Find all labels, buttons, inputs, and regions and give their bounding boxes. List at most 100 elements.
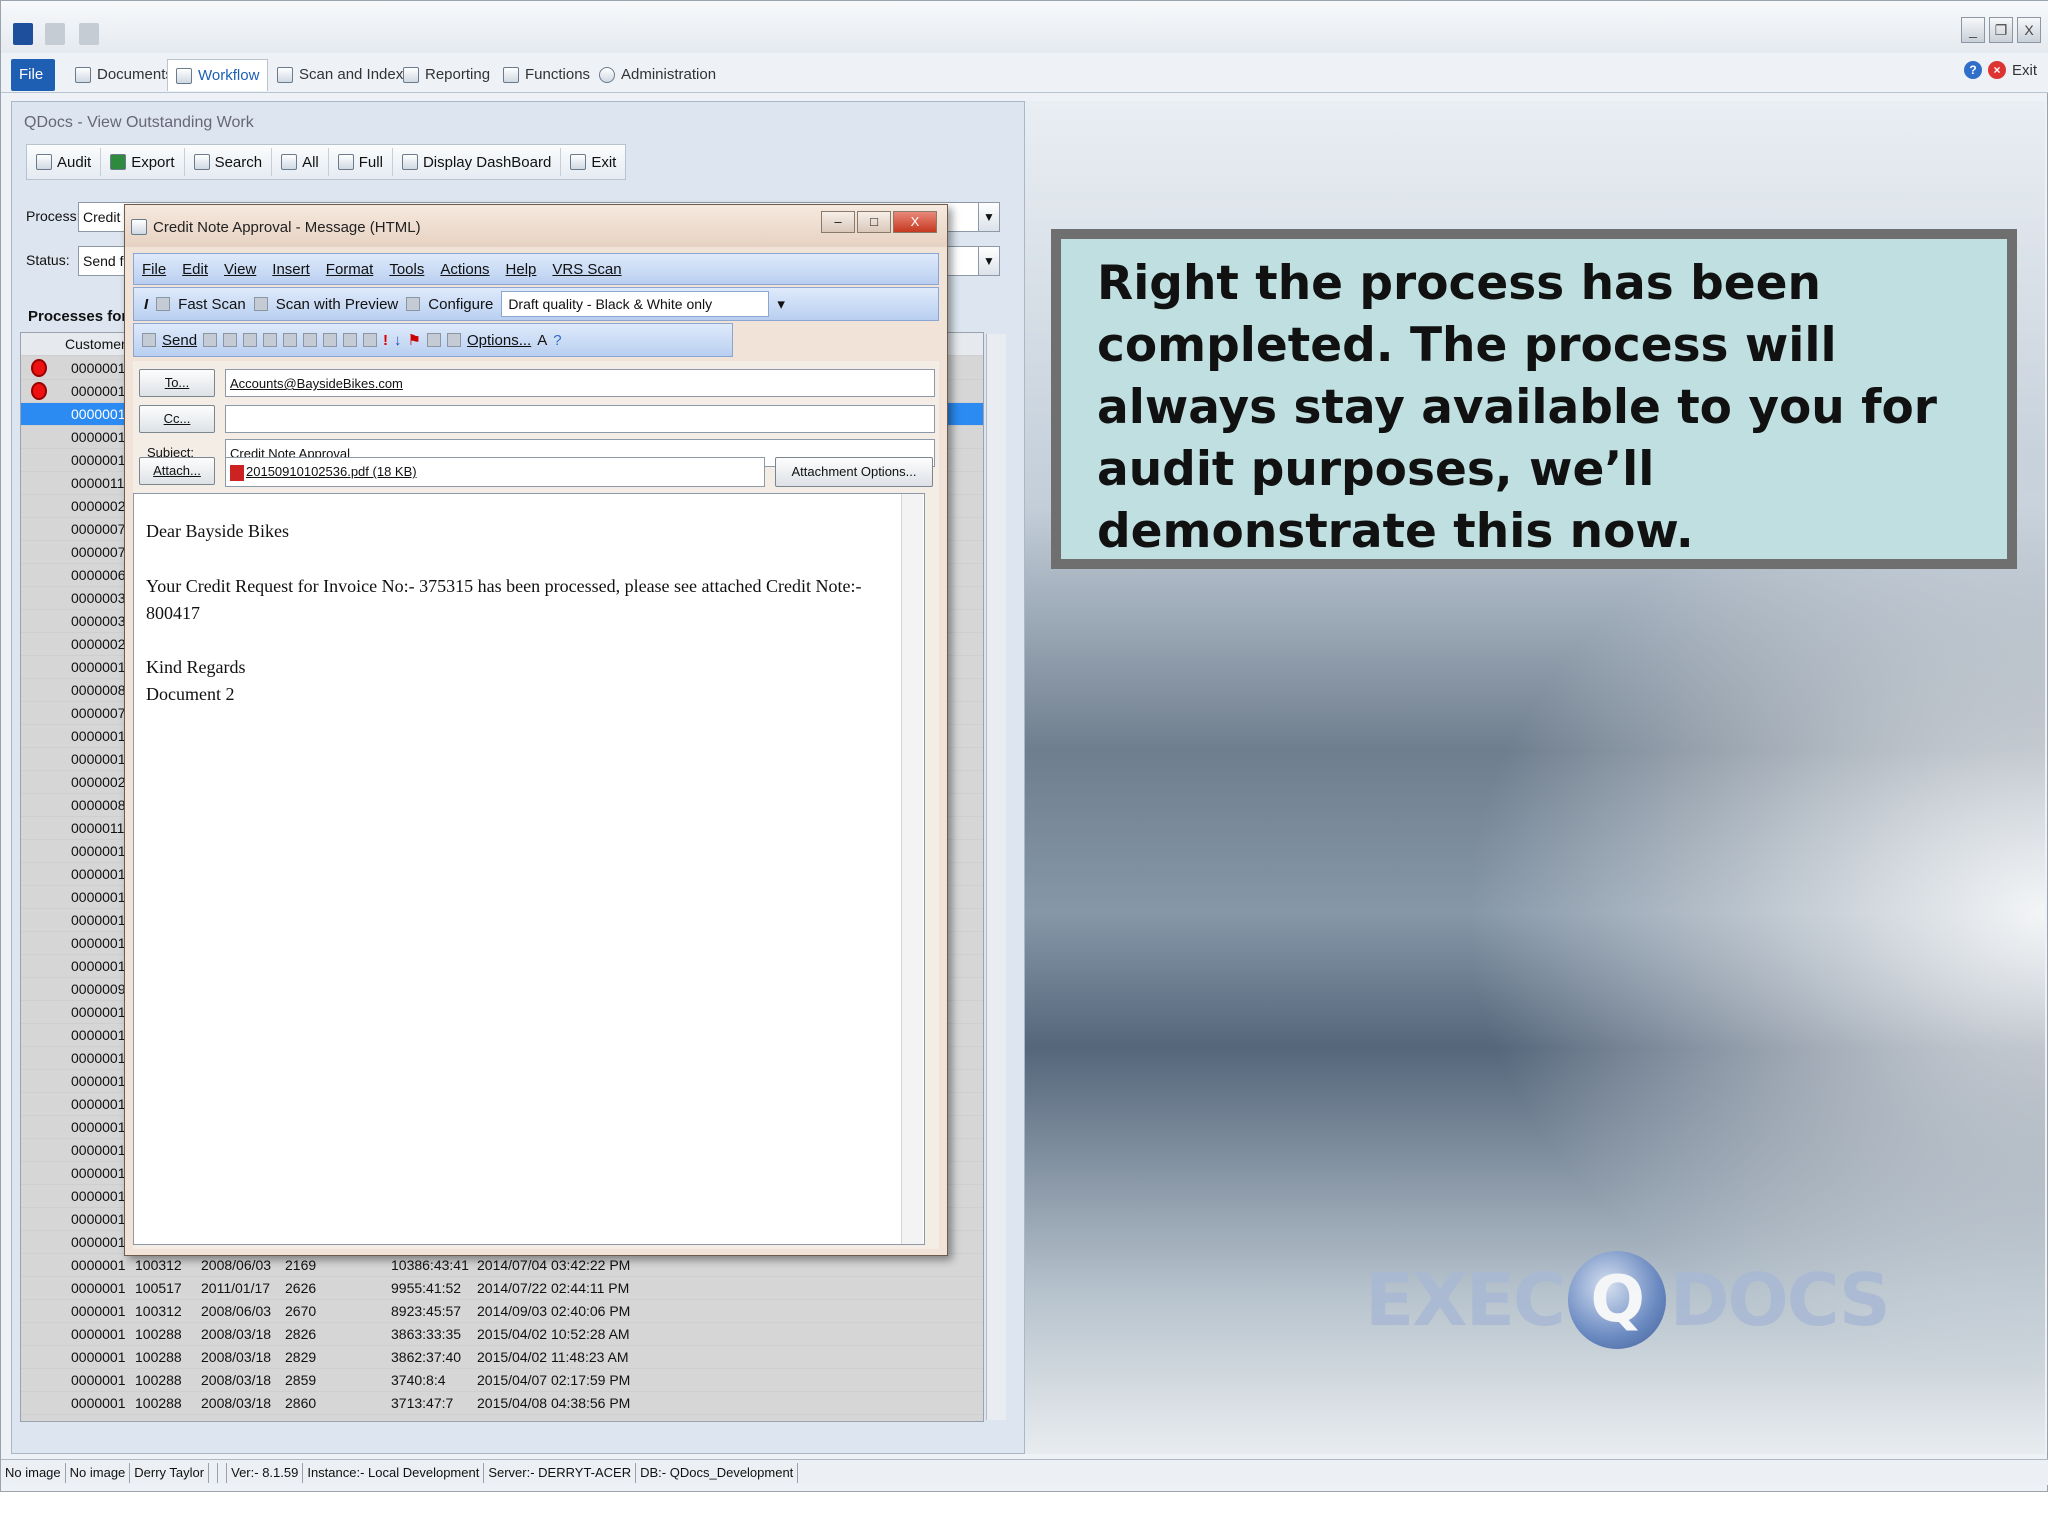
tab-workflow[interactable]: Workflow bbox=[167, 59, 269, 91]
quick-access-icon[interactable] bbox=[79, 23, 99, 45]
table-row[interactable]: 0000001 100517 2011/01/17 2626 9955:41:52 201… bbox=[21, 1277, 983, 1300]
configure-button[interactable]: Configure bbox=[428, 296, 493, 313]
status-dropdown-icon[interactable]: ▼ bbox=[978, 246, 1000, 276]
full-button[interactable]: Full bbox=[329, 148, 393, 176]
low-importance-icon[interactable]: ↓ bbox=[394, 332, 402, 349]
attach-button[interactable]: Attach... bbox=[139, 457, 215, 485]
quality-select[interactable]: Draft quality - Black & White only bbox=[501, 291, 770, 317]
help-icon[interactable]: ? bbox=[1963, 61, 1982, 79]
dialog-close-button[interactable]: X bbox=[893, 211, 937, 233]
customer-column-header[interactable]: Customer bbox=[65, 336, 126, 352]
dialog-window-controls: – □ X bbox=[821, 211, 937, 233]
to-field[interactable]: Accounts@BaysideBikes.com bbox=[225, 369, 935, 397]
all-button[interactable]: All bbox=[272, 148, 329, 176]
table-cell: 2014/07/04 03:42:22 PM bbox=[477, 1257, 631, 1273]
menu-item-insert[interactable]: Insert bbox=[264, 261, 318, 278]
attachment-field[interactable]: 20150910102536.pdf (18 KB) bbox=[225, 457, 765, 487]
options-button[interactable]: Options... bbox=[467, 332, 531, 349]
attachment-filename[interactable]: 20150910102536.pdf (18 KB) bbox=[246, 464, 417, 479]
table-cell: 2626 bbox=[285, 1280, 317, 1296]
copy-icon[interactable] bbox=[263, 333, 278, 347]
help-exit: ? × Exit bbox=[1963, 61, 2037, 79]
search-button[interactable]: Search bbox=[185, 148, 273, 176]
follow-up-flag-icon[interactable]: ⚑ bbox=[408, 331, 421, 349]
dashboard-button[interactable]: Display DashBoard bbox=[393, 148, 562, 176]
tab-documents[interactable]: Documents bbox=[67, 59, 181, 91]
row-id-cell: 0000002 bbox=[71, 774, 126, 790]
table-cell: 2015/04/08 04:38:56 PM bbox=[477, 1395, 631, 1411]
attachment-options-button[interactable]: Attachment Options... bbox=[775, 457, 933, 487]
body-scrollbar[interactable] bbox=[901, 494, 923, 1244]
to-button[interactable]: To... bbox=[139, 369, 215, 397]
print-icon[interactable] bbox=[223, 333, 238, 347]
menu-item-help[interactable]: Help bbox=[498, 261, 545, 278]
table-cell: 2014/09/03 02:40:06 PM bbox=[477, 1303, 631, 1319]
minimize-button[interactable]: _ bbox=[1961, 17, 1985, 43]
italic-icon[interactable]: I bbox=[144, 296, 148, 313]
status-bar: No image No image Derry Taylor Ver:- 8.1.59… bbox=[1, 1459, 2048, 1485]
panel-exit-button[interactable]: Exit bbox=[561, 148, 625, 176]
check-names-icon[interactable] bbox=[343, 333, 358, 347]
scan-toolbar: I Fast Scan Scan with Preview Configure … bbox=[133, 287, 939, 321]
table-row[interactable]: 0000001 100288 2008/03/18 2829 3862:37:40 201… bbox=[21, 1346, 983, 1369]
audit-button[interactable]: Audit bbox=[27, 148, 102, 176]
process-dropdown-icon[interactable]: ▼ bbox=[978, 202, 1000, 232]
dialog-maximize-button[interactable]: □ bbox=[857, 211, 891, 233]
menu-item-file[interactable]: File bbox=[134, 261, 174, 278]
scan-with-preview-button[interactable]: Scan with Preview bbox=[276, 296, 399, 313]
menu-item-view[interactable]: View bbox=[216, 261, 264, 278]
status-field: Instance:- Local Development bbox=[303, 1462, 485, 1483]
restore-button[interactable]: ❐ bbox=[1989, 17, 2013, 43]
fast-scan-button[interactable]: Fast Scan bbox=[178, 296, 246, 313]
table-row[interactable]: 0000001 100288 2008/03/18 2826 3863:33:35 201… bbox=[21, 1323, 983, 1346]
font-size-icon[interactable]: A bbox=[537, 332, 547, 349]
tab-reporting[interactable]: Reporting bbox=[395, 59, 498, 91]
address-book-icon[interactable] bbox=[323, 333, 338, 347]
tab-file-label: File bbox=[19, 66, 44, 83]
menu-item-tools[interactable]: Tools bbox=[381, 261, 432, 278]
menu-item-format[interactable]: Format bbox=[318, 261, 382, 278]
quality-dropdown-icon[interactable]: ▾ bbox=[777, 295, 785, 313]
row-id-cell: 0000001 bbox=[71, 889, 126, 905]
message-body[interactable]: Dear Bayside Bikes Your Credit Request f… bbox=[133, 493, 925, 1245]
send-button[interactable]: Send bbox=[162, 332, 197, 349]
table-cell: 100288 bbox=[135, 1326, 182, 1342]
close-button[interactable]: X bbox=[2017, 17, 2041, 43]
permission-icon[interactable] bbox=[427, 333, 441, 347]
export-button[interactable]: Export bbox=[101, 148, 185, 176]
title-bar: _ ❐ X bbox=[1, 1, 2048, 59]
ribbon: File Documents Workflow Scan and Index R… bbox=[1, 53, 2048, 93]
scanner-icon bbox=[277, 67, 293, 83]
high-importance-icon[interactable]: ! bbox=[383, 332, 388, 349]
exit-icon[interactable]: × bbox=[1987, 61, 2006, 79]
table-row[interactable]: 0000001 100312 2008/06/03 2670 8923:45:57 201… bbox=[21, 1300, 983, 1323]
cc-field[interactable] bbox=[225, 405, 935, 433]
tab-scan-and-index[interactable]: Scan and Index bbox=[269, 59, 411, 91]
cc-button[interactable]: Cc... bbox=[139, 405, 215, 433]
tab-file[interactable]: File bbox=[11, 59, 55, 91]
tab-functions[interactable]: Functions bbox=[495, 59, 598, 91]
dashboard-label: Display DashBoard bbox=[422, 153, 552, 171]
table-cell: 2829 bbox=[285, 1349, 317, 1365]
paste-icon[interactable] bbox=[283, 333, 298, 347]
menu-item-edit[interactable]: Edit bbox=[174, 261, 216, 278]
attach-file-icon[interactable] bbox=[303, 333, 318, 347]
tab-administration[interactable]: Administration bbox=[591, 59, 724, 91]
table-row[interactable]: 0000001 100288 2008/03/18 2860 3713:47:7 2015… bbox=[21, 1392, 983, 1415]
dialog-minimize-button[interactable]: – bbox=[821, 211, 855, 233]
table-cell: 2826 bbox=[285, 1326, 317, 1342]
flag-icon[interactable] bbox=[363, 333, 378, 347]
exit-link[interactable]: Exit bbox=[2012, 62, 2037, 79]
cut-icon[interactable] bbox=[243, 333, 258, 347]
table-cell: 3713:47:7 bbox=[391, 1395, 454, 1411]
table-cell: 3863:33:35 bbox=[391, 1326, 462, 1342]
help-icon[interactable]: ? bbox=[553, 332, 561, 349]
menu-item-actions[interactable]: Actions bbox=[432, 261, 497, 278]
row-id-cell: 0000006 bbox=[71, 567, 126, 583]
grid-scrollbar[interactable] bbox=[986, 334, 1006, 1420]
save-icon[interactable] bbox=[203, 333, 218, 347]
save-icon[interactable] bbox=[45, 23, 65, 45]
menu-item-vrs-scan[interactable]: VRS Scan bbox=[544, 261, 629, 278]
table-row[interactable]: 0000001 100312 2008/06/03 2169 10386:43:41 20… bbox=[21, 1254, 983, 1277]
table-row[interactable]: 0000001 100288 2008/03/18 2859 3740:8:4 2015/… bbox=[21, 1369, 983, 1392]
